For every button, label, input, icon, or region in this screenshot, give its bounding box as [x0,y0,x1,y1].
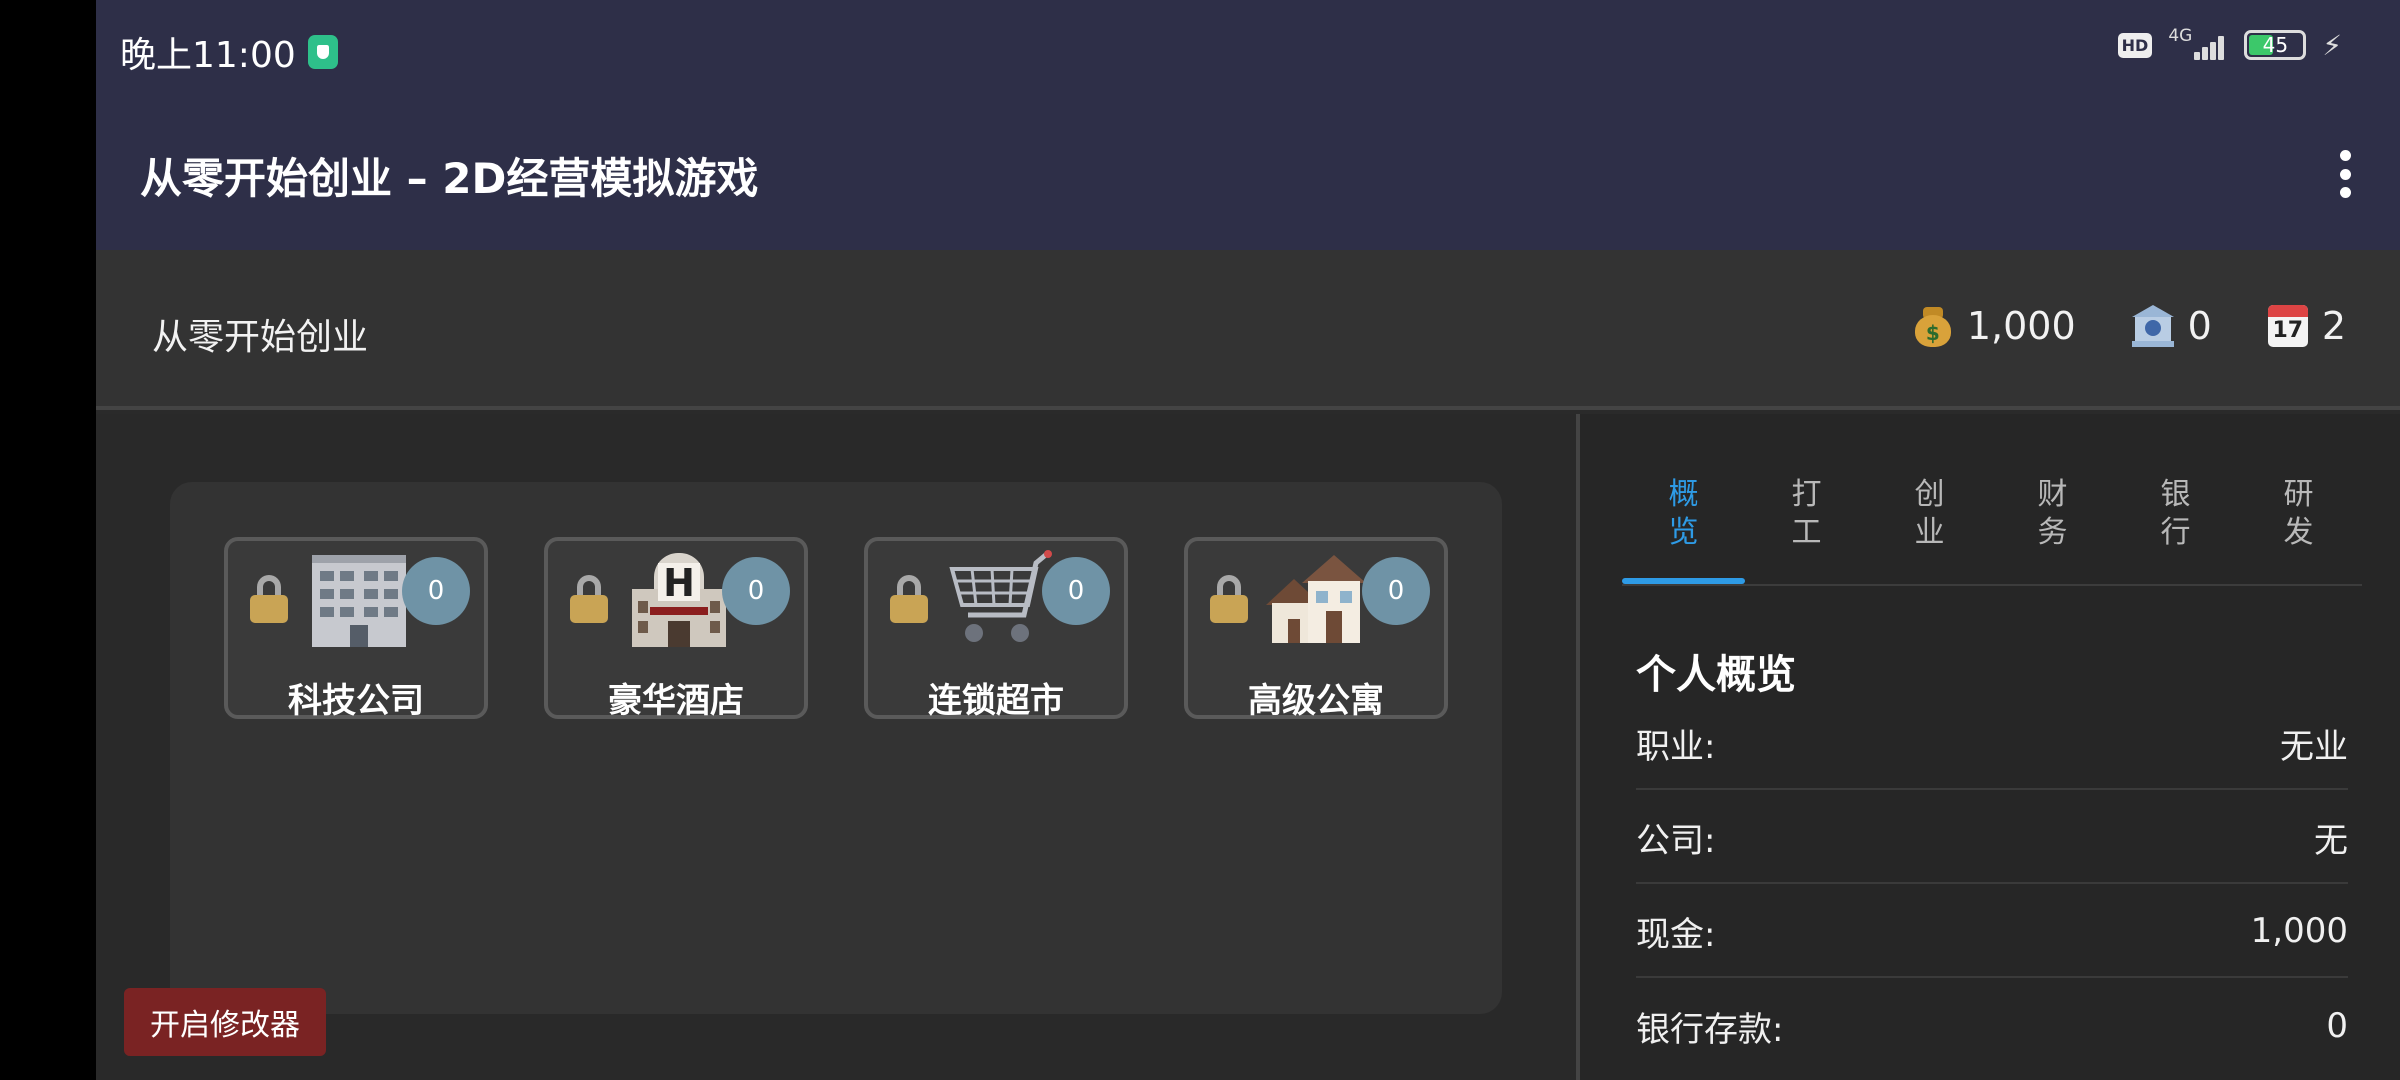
lock-icon [1210,575,1248,623]
business-count-badge: 0 [402,557,470,625]
calendar-icon: 17 [2267,305,2308,347]
info-row-occupation: 职业: 无业 [1636,698,2348,790]
hd-icon: HD [2117,32,2153,58]
business-name: 高级公寓 [1248,681,1384,721]
tab-finance[interactable]: 财务 [1991,464,2114,584]
info-label: 现金: [1636,914,1716,955]
side-tabs: 概览 打工 创业 财务 银行 研发 [1622,464,2362,586]
business-card-supermarket[interactable]: 0 连锁超市 [864,537,1128,721]
stat-bank: 0 [2131,304,2212,348]
svg-text:H: H [663,561,695,605]
stats-bar: $ 1,000 0 17 2 [1913,304,2346,348]
status-icons: HD 4G 45 ⚡ [2117,26,2342,62]
network-type: 4G [2168,26,2193,46]
info-row-bank-deposit: 银行存款: 0 [1636,980,2348,1072]
enable-modifier-button[interactable]: 开启修改器 [124,988,326,1056]
info-row-company: 公司: 无 [1636,792,2348,884]
app-screen: 晚上11:00 HD 4G 45 ⚡ 从零开始创业 – 2D经营模拟游戏 从零开… [96,0,2400,1080]
bank-icon [2131,305,2174,347]
game-title: 从零开始创业 [152,317,369,358]
section-title: 个人概览 [1636,652,1796,698]
stat-cash: $ 1,000 [1913,304,2076,348]
info-value: 无业 [2280,726,2348,767]
money-bag-icon: $ [1913,305,1953,347]
tab-startup[interactable]: 创业 [1868,464,1991,584]
tab-work[interactable]: 打工 [1745,464,1868,584]
business-card-apartment[interactable]: 0 高级公寓 [1184,537,1448,721]
lock-icon [890,575,928,623]
business-count-badge: 0 [1362,557,1430,625]
houses-icon [1266,555,1366,643]
shopping-cart-icon [949,550,1052,642]
battery-level: 45 [2262,33,2289,57]
business-area: 0 科技公司 H 0 豪华酒店 0 连锁超市 0 高级公寓 开启修改器 [96,414,1576,1080]
game-header: 从零开始创业 $ 1,000 0 17 2 [96,250,2400,410]
tab-overview[interactable]: 概览 [1622,464,1745,584]
status-time-group: 晚上11:00 [120,26,338,78]
info-label: 公司: [1636,820,1716,861]
info-label: 职业: [1636,726,1716,767]
charging-icon: ⚡ [2322,28,2342,62]
stat-bank-value: 0 [2187,304,2212,348]
info-side-panel: 概览 打工 创业 财务 银行 研发 个人概览 职业: 无业 公司: 无 现金: … [1580,414,2400,1080]
left-black-bar [0,0,96,1080]
tab-research[interactable]: 研发 [2237,464,2360,584]
stat-day: 17 2 [2267,304,2346,348]
stat-day-value: 2 [2321,304,2346,348]
office-building-icon [312,555,406,647]
app-title: 从零开始创业 – 2D经营模拟游戏 [140,154,759,203]
stat-cash-value: 1,000 [1966,304,2076,348]
lock-icon [570,575,608,623]
app-top-bar: 晚上11:00 HD 4G 45 ⚡ 从零开始创业 – 2D经营模拟游戏 [96,0,2400,250]
signal-icon: 4G [2168,26,2228,62]
shield-icon [307,35,338,69]
business-card-hotel[interactable]: H 0 豪华酒店 [544,537,808,721]
business-name: 连锁超市 [928,681,1064,721]
battery-icon: 45 [2244,30,2307,60]
info-row-cash: 现金: 1,000 [1636,886,2348,978]
info-value: 1,000 [2250,911,2348,951]
business-panel: 0 科技公司 H 0 豪华酒店 0 连锁超市 0 高级公寓 [170,482,1502,1014]
more-vert-icon[interactable] [2338,150,2352,198]
info-value: 无 [2314,820,2348,861]
info-label: 银行存款: [1636,1009,1784,1050]
tab-bank[interactable]: 银行 [2114,464,2237,584]
active-tab-indicator [1622,578,1745,584]
status-time: 晚上11:00 [120,35,296,76]
business-name: 科技公司 [288,681,424,721]
business-count-badge: 0 [1042,557,1110,625]
info-value: 0 [2326,1006,2348,1046]
business-name: 豪华酒店 [608,681,744,721]
business-count-badge: 0 [722,557,790,625]
lock-icon [250,575,288,623]
business-card-tech[interactable]: 0 科技公司 [224,537,488,721]
hotel-icon: H [632,553,726,647]
